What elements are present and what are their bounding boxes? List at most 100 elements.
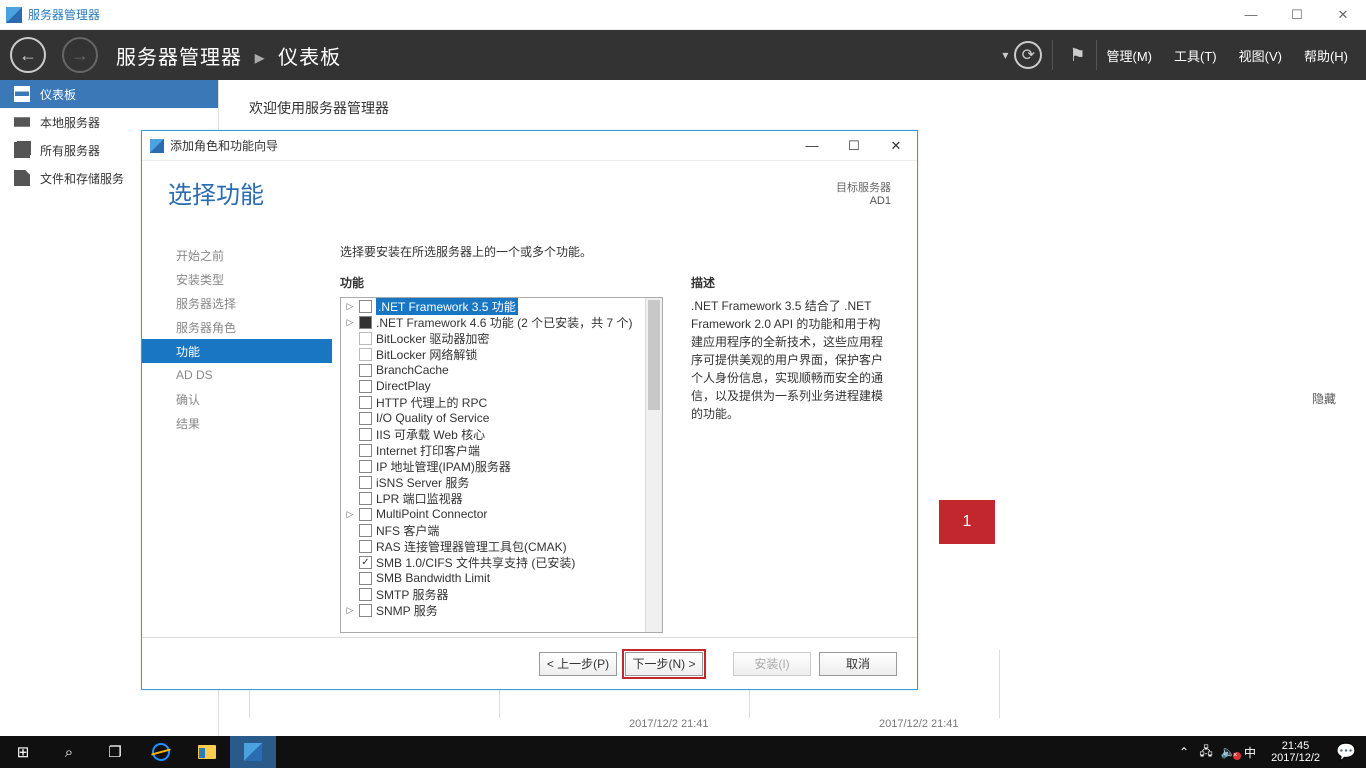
hide-button[interactable]: 隐藏	[1312, 390, 1336, 407]
wizard-titlebar[interactable]: 添加角色和功能向导 — ☐ ✕	[142, 131, 917, 161]
taskbar-explorer[interactable]	[184, 736, 230, 768]
wizard-close-button[interactable]: ✕	[875, 131, 917, 161]
checkbox[interactable]	[359, 300, 372, 313]
checkbox[interactable]	[359, 316, 372, 329]
feature-item[interactable]: iSNS Server 服务	[341, 474, 645, 490]
checkbox[interactable]	[359, 508, 372, 521]
wizard-step[interactable]: 安装类型	[142, 267, 332, 291]
feature-item[interactable]: SMTP 服务器	[341, 586, 645, 602]
checkbox[interactable]	[359, 524, 372, 537]
checkbox[interactable]	[359, 396, 372, 409]
feature-item[interactable]: ▷ .NET Framework 3.5 功能	[341, 298, 645, 314]
wizard-step[interactable]: 确认	[142, 387, 332, 411]
checkbox[interactable]	[359, 428, 372, 441]
wizard-step[interactable]: 服务器选择	[142, 291, 332, 315]
menu-help[interactable]: 帮助(H)	[1304, 46, 1348, 65]
wizard-step[interactable]: 开始之前	[142, 243, 332, 267]
feature-item[interactable]: BitLocker 驱动器加密	[341, 330, 645, 346]
tray-ime[interactable]: 中	[1239, 744, 1261, 761]
wizard-maximize-button[interactable]: ☐	[833, 131, 875, 161]
tray-up-icon[interactable]: ⌃	[1173, 745, 1195, 759]
notifications-flag-icon[interactable]: ⚑	[1069, 45, 1085, 66]
feature-item[interactable]: ▷SNMP 服务	[341, 602, 645, 618]
feature-item[interactable]: IIS 可承载 Web 核心	[341, 426, 645, 442]
tray-clock[interactable]: 21:45 2017/12/2	[1261, 740, 1330, 764]
features-scrollbar[interactable]	[645, 298, 662, 632]
wizard-step[interactable]: 服务器角色	[142, 315, 332, 339]
checkbox[interactable]	[359, 492, 372, 505]
alert-tile[interactable]: 1	[939, 500, 995, 544]
feature-item[interactable]: HTTP 代理上的 RPC	[341, 394, 645, 410]
search-button[interactable]: ⌕	[46, 736, 92, 768]
prev-button[interactable]: < 上一步(P)	[539, 652, 617, 676]
menu-manage[interactable]: 管理(M)	[1107, 46, 1153, 65]
wizard-step[interactable]: 结果	[142, 411, 332, 435]
target-server-label: 目标服务器	[836, 179, 891, 195]
nav-back-button[interactable]: ←	[10, 37, 46, 73]
checkbox[interactable]	[359, 412, 372, 425]
checkbox[interactable]	[359, 332, 372, 345]
wizard-icon	[150, 139, 164, 153]
nav-forward-button[interactable]: →	[62, 37, 98, 73]
expander-icon[interactable]: ▷	[345, 605, 355, 616]
expander-icon[interactable]: ▷	[345, 301, 355, 312]
checkbox[interactable]	[359, 476, 372, 489]
wizard-step[interactable]: 功能	[142, 339, 332, 363]
feature-item[interactable]: Internet 打印客户端	[341, 442, 645, 458]
tray-sound-icon[interactable]: 🔈×	[1217, 745, 1239, 759]
refresh-icon[interactable]	[1014, 41, 1042, 69]
feature-description: .NET Framework 3.5 结合了 .NET Framework 2.…	[691, 297, 891, 423]
checkbox[interactable]	[359, 540, 372, 553]
checkbox[interactable]	[359, 588, 372, 601]
action-center-button[interactable]: 💬	[1330, 742, 1362, 762]
wizard-step[interactable]: AD DS	[142, 363, 332, 387]
taskbar[interactable]: ⊞ ⌕ ❐ ⌃ 🖧 🔈× 中 21:45 2017/12/2 💬	[0, 736, 1366, 768]
dropdown-icon[interactable]: ▾	[1002, 48, 1008, 62]
expander-icon[interactable]: ▷	[345, 509, 355, 520]
feature-label: SMB 1.0/CIFS 文件共享支持 (已安装)	[376, 554, 575, 571]
checkbox[interactable]	[359, 572, 372, 585]
tray-network-icon[interactable]: 🖧	[1195, 742, 1217, 763]
sidebar-item-label: 本地服务器	[40, 114, 100, 131]
taskbar-ie[interactable]	[138, 736, 184, 768]
feature-item[interactable]: DirectPlay	[341, 378, 645, 394]
feature-label: .NET Framework 3.5 功能	[376, 298, 518, 315]
taskbar-server-manager[interactable]	[230, 736, 276, 768]
close-button[interactable]: ✕	[1320, 0, 1366, 30]
feature-label: BitLocker 驱动器加密	[376, 330, 489, 347]
minimize-button[interactable]: —	[1228, 0, 1274, 30]
checkbox[interactable]	[359, 604, 372, 617]
menu-tools[interactable]: 工具(T)	[1174, 46, 1217, 65]
checkbox[interactable]	[359, 348, 372, 361]
feature-item[interactable]: SMB Bandwidth Limit	[341, 570, 645, 586]
feature-label: .NET Framework 4.6 功能 (2 个已安装，共 7 个)	[376, 314, 632, 331]
breadcrumb-page[interactable]: 仪表板	[278, 47, 341, 69]
features-listbox[interactable]: ▷ .NET Framework 3.5 功能 ▷ .NET Framework 4.…	[340, 297, 663, 633]
menu-view[interactable]: 视图(V)	[1239, 46, 1282, 65]
feature-item[interactable]: BitLocker 网络解锁	[341, 346, 645, 362]
next-button[interactable]: 下一步(N) >	[625, 652, 703, 676]
breadcrumb-app[interactable]: 服务器管理器	[116, 47, 242, 69]
feature-item[interactable]: ▷MultiPoint Connector	[341, 506, 645, 522]
feature-item[interactable]: BranchCache	[341, 362, 645, 378]
file-icon	[14, 170, 30, 186]
feature-item[interactable]: LPR 端口监视器	[341, 490, 645, 506]
feature-item[interactable]: ▷ .NET Framework 4.6 功能 (2 个已安装，共 7 个)	[341, 314, 645, 330]
feature-item[interactable]: SMB 1.0/CIFS 文件共享支持 (已安装)	[341, 554, 645, 570]
checkbox[interactable]	[359, 364, 372, 377]
feature-item[interactable]: IP 地址管理(IPAM)服务器	[341, 458, 645, 474]
feature-item[interactable]: RAS 连接管理器管理工具包(CMAK)	[341, 538, 645, 554]
wizard-minimize-button[interactable]: —	[791, 131, 833, 161]
start-button[interactable]: ⊞	[0, 736, 46, 768]
checkbox[interactable]	[359, 380, 372, 393]
cancel-button[interactable]: 取消	[819, 652, 897, 676]
feature-item[interactable]: I/O Quality of Service	[341, 410, 645, 426]
sidebar-item-dash[interactable]: 仪表板	[0, 80, 218, 108]
task-view-button[interactable]: ❐	[92, 736, 138, 768]
checkbox[interactable]	[359, 460, 372, 473]
checkbox[interactable]	[359, 556, 372, 569]
checkbox[interactable]	[359, 444, 372, 457]
expander-icon[interactable]: ▷	[345, 317, 355, 328]
maximize-button[interactable]: ☐	[1274, 0, 1320, 30]
feature-item[interactable]: NFS 客户端	[341, 522, 645, 538]
